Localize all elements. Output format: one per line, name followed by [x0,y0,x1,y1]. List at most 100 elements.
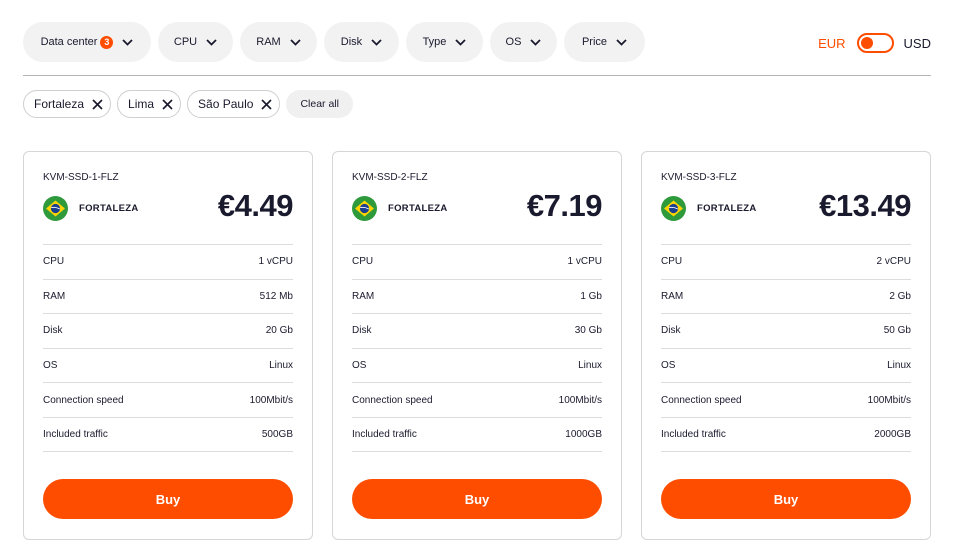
spec-row: CPU 1 vCPU [43,244,293,279]
currency-eur-label[interactable]: EUR [818,36,845,51]
chevron-down-icon [206,38,217,46]
spec-value: 1 vCPU [258,256,293,268]
spec-value: Linux [887,360,911,372]
chevron-down-icon [616,38,627,46]
spec-value: 512 Mb [259,290,293,302]
filter-ram[interactable]: RAM [240,22,317,62]
filter-data-center[interactable]: Data center 3 [23,22,151,62]
spec-list: CPU 1 vCPU RAM 512 Mb Disk 20 Gb OS Linux Co… [43,244,293,452]
filter-label: Price [581,36,608,48]
spec-label: Included traffic [352,428,417,440]
spec-label: CPU [43,256,65,268]
spec-value: Linux [578,360,602,372]
spec-row: CPU 2 vCPU [661,244,911,279]
spec-row: OS Linux [43,347,293,383]
spec-row: RAM 2 Gb [661,278,911,314]
spec-value: 2 vCPU [876,256,911,268]
currency-usd-label[interactable]: USD [904,36,931,51]
chevron-down-icon [122,38,134,46]
close-icon[interactable] [161,98,174,111]
buy-button[interactable]: Buy [43,479,293,519]
price: €13.49 [819,188,911,223]
spec-label: OS [661,360,676,372]
spec-value: 1 vCPU [567,256,602,268]
spec-label: RAM [352,290,375,302]
spec-label: Disk [352,325,372,337]
chip-label: Fortaleza [34,97,85,111]
spec-value: 30 Gb [574,325,602,337]
spec-row: OS Linux [661,347,911,383]
spec-value: 1 Gb [580,290,602,302]
brazil-flag-icon [43,196,68,221]
spec-value: 500GB [261,428,293,440]
spec-label: RAM [43,290,66,302]
currency-toggle[interactable] [856,33,894,53]
clear-all-button[interactable]: Clear all [286,90,353,118]
plan-card: KVM-SSD-3-FLZ FORTALEZA €13.49 CPU 2 vCPU… [641,151,931,540]
spec-row: Disk 30 Gb [352,313,602,348]
close-icon[interactable] [91,98,104,111]
filter-label: Disk [340,36,363,48]
location-label: FORTALEZA [388,203,448,214]
filter-label: Type [422,36,447,48]
price: €4.49 [217,188,294,223]
buy-button[interactable]: Buy [661,479,911,519]
spec-list: CPU 1 vCPU RAM 1 Gb Disk 30 Gb OS Linux Conn… [352,244,602,452]
spec-value: Linux [269,360,293,372]
spec-label: Connection speed [661,394,742,406]
chevron-down-icon [530,38,542,46]
spec-value: 100Mbit/s [867,394,911,406]
spec-row: RAM 1 Gb [352,278,602,314]
spec-label: OS [43,360,58,372]
divider [23,75,931,76]
spec-label: Disk [661,325,681,337]
chip-sao-paulo: São Paulo [187,90,281,118]
spec-value: 2 Gb [889,290,911,302]
spec-value: 2000GB [874,428,911,440]
location-label: FORTALEZA [79,203,139,214]
filter-bar: Data center 3 CPU RAM Disk Type OS Price [23,22,645,62]
filter-price[interactable]: Price [564,22,645,62]
spec-row: Connection speed 100Mbit/s [661,382,911,417]
spec-value: 100Mbit/s [558,394,602,406]
spec-label: RAM [661,290,684,302]
filter-label: OS [505,36,522,48]
plan-card: KVM-SSD-1-FLZ FORTALEZA €4.49 CPU 1 vCPU … [23,151,313,540]
filter-count-badge: 3 [100,35,114,49]
spec-value: 100Mbit/s [249,394,293,406]
spec-label: Connection speed [352,394,433,406]
spec-value: 50 Gb [883,325,911,337]
spec-row: Connection speed 100Mbit/s [352,382,602,417]
chip-fortaleza: Fortaleza [23,90,112,118]
spec-list: CPU 2 vCPU RAM 2 Gb Disk 50 Gb OS Linux Conn… [661,244,911,452]
spec-label: Included traffic [43,428,108,440]
filter-label: RAM [256,36,281,48]
plan-card: KVM-SSD-2-FLZ FORTALEZA €7.19 CPU 1 vCPU … [332,151,622,540]
spec-value: 20 Gb [265,325,293,337]
toggle-knob [860,37,873,49]
currency-switch: EUR USD [818,33,931,53]
spec-row: RAM 512 Mb [43,278,293,314]
brazil-flag-icon [661,196,686,221]
spec-row: Disk 50 Gb [661,313,911,348]
spec-row: OS Linux [352,347,602,383]
plan-id: KVM-SSD-3-FLZ [661,172,737,183]
spec-row: Included traffic 1000GB [352,416,602,452]
buy-button[interactable]: Buy [352,479,602,519]
filter-disk[interactable]: Disk [324,22,399,62]
brazil-flag-icon [352,196,377,221]
filter-cpu[interactable]: CPU [158,22,233,62]
spec-row: Disk 20 Gb [43,313,293,348]
location-label: FORTALEZA [697,203,757,214]
spec-row: Connection speed 100Mbit/s [43,382,293,417]
filter-os[interactable]: OS [490,22,557,62]
spec-row: Included traffic 500GB [43,416,293,452]
filter-type[interactable]: Type [406,22,483,62]
close-icon[interactable] [260,98,273,111]
spec-row: CPU 1 vCPU [352,244,602,279]
filter-label: Data center [40,36,98,48]
spec-row: Included traffic 2000GB [661,416,911,452]
spec-label: Connection speed [43,394,124,406]
spec-label: OS [352,360,367,372]
chevron-down-icon [455,38,467,46]
